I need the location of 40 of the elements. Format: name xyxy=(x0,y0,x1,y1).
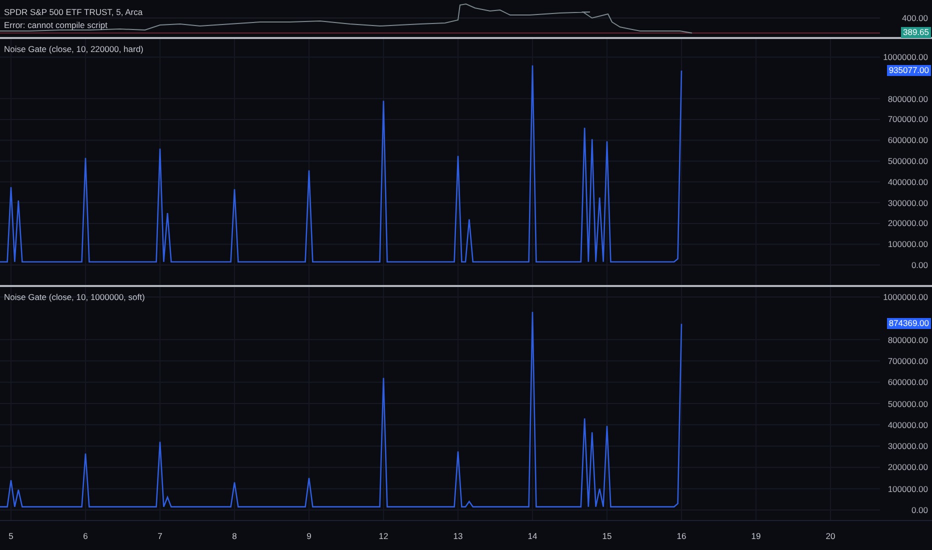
axis-label: 0.00 xyxy=(911,260,928,270)
time-label: 13 xyxy=(453,530,463,543)
time-label: 16 xyxy=(676,530,686,543)
time-label: 9 xyxy=(306,530,312,543)
symbol-title: SPDR S&P 500 ETF TRUST, 5, Arca xyxy=(4,6,143,19)
axis-label: 800000.00 xyxy=(888,94,928,104)
axis-label: 600000.00 xyxy=(888,377,928,388)
axis-label: 200000.00 xyxy=(888,218,928,228)
time-label: 7 xyxy=(158,530,162,543)
axis-label: 400.00 xyxy=(902,13,928,23)
time-label: 14 xyxy=(528,530,538,543)
time-label: 20 xyxy=(826,530,836,543)
axis-label: 1000000.00 xyxy=(883,292,928,302)
time-label: 15 xyxy=(602,530,612,543)
axis-label: 400000.00 xyxy=(888,420,928,430)
axis-label: 1000000.00 xyxy=(883,52,928,62)
axis-label: 400000.00 xyxy=(888,176,928,187)
last-value-label: 935077.00 xyxy=(886,64,931,76)
axis-label: 700000.00 xyxy=(888,356,928,366)
time-label: 6 xyxy=(83,530,88,543)
time-label: 19 xyxy=(751,530,761,543)
axis-label: 700000.00 xyxy=(888,114,928,124)
axis-label: 100000.00 xyxy=(888,239,928,250)
axis-label: 300000.00 xyxy=(888,441,928,452)
axis-label: 300000.00 xyxy=(888,198,928,208)
axis-label: 100000.00 xyxy=(888,484,928,494)
last-value-label: 874369.00 xyxy=(886,318,931,329)
axis-label: 0.00 xyxy=(911,504,928,515)
axis-label: 200000.00 xyxy=(888,462,928,472)
time-label: 12 xyxy=(378,530,388,543)
error-message: Error: cannot compile script xyxy=(4,19,108,32)
time-label: 8 xyxy=(232,530,237,543)
axis-label: 800000.00 xyxy=(888,334,928,345)
axis-label: 500000.00 xyxy=(888,398,928,408)
axis-label: 600000.00 xyxy=(888,135,928,146)
time-label: 5 xyxy=(8,530,14,543)
last-price-label: 389.65 xyxy=(901,27,931,38)
indicator-title: Noise Gate (close, 10, 1000000, soft) xyxy=(4,291,145,304)
indicator-title: Noise Gate (close, 10, 220000, hard) xyxy=(4,43,144,56)
axis-label: 500000.00 xyxy=(888,156,928,166)
